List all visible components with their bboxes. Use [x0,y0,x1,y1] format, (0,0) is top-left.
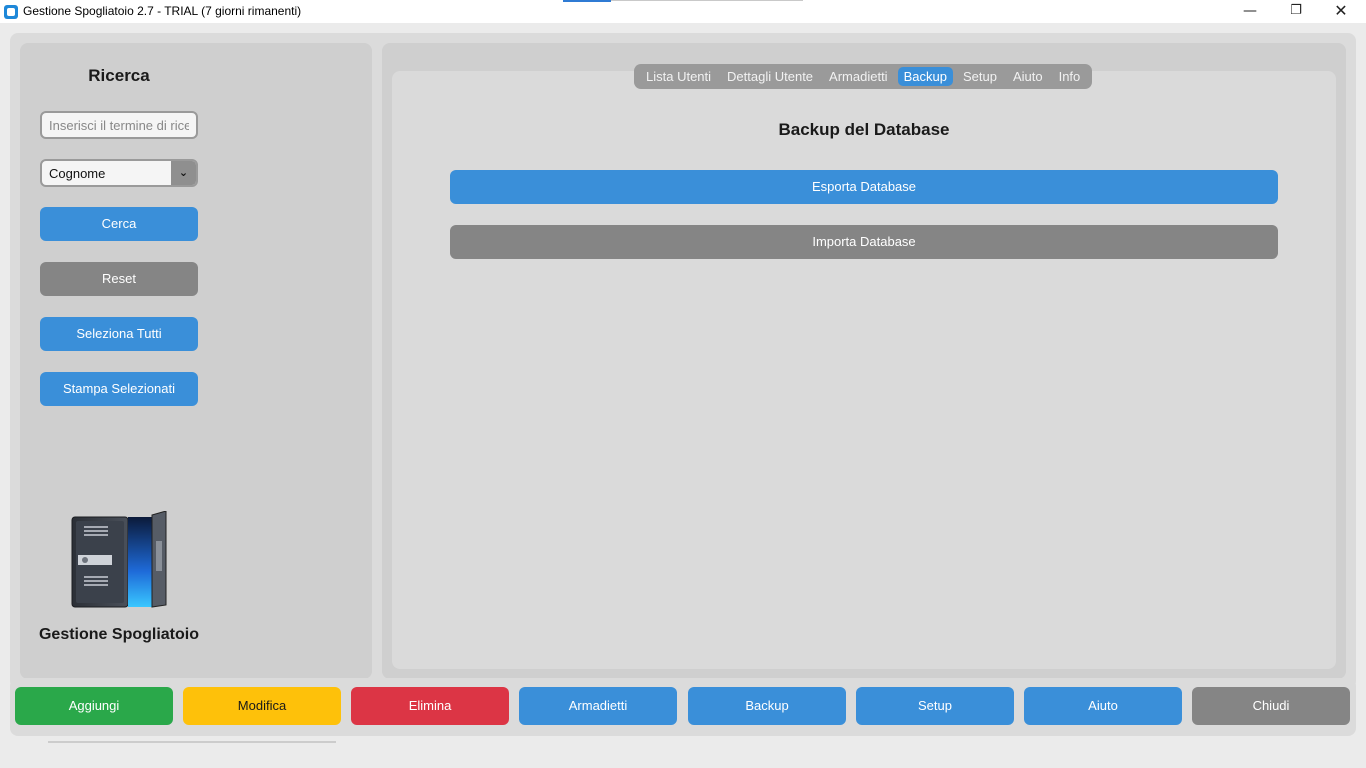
help-button[interactable]: Aiuto [1024,687,1182,725]
status-line [48,741,336,743]
search-button[interactable]: Cerca [40,207,198,241]
search-field-select[interactable]: Cognome ⌄ [40,159,198,187]
reset-button[interactable]: Reset [40,262,198,296]
import-database-button[interactable]: Importa Database [450,225,1278,259]
lockers-button[interactable]: Armadietti [519,687,677,725]
edit-button[interactable]: Modifica [183,687,341,725]
tab-bar: Lista Utenti Dettagli Utente Armadietti … [634,64,1093,89]
tab-lista-utenti[interactable]: Lista Utenti [640,67,717,86]
tab-dettagli-utente[interactable]: Dettagli Utente [721,67,819,86]
sidebar-title: Ricerca [88,66,150,85]
window-title: Gestione Spogliatoio 2.7 - TRIAL (7 gior… [23,4,302,18]
search-sidebar: Ricerca Cognome ⌄ Cerca Reset Seleziona … [20,43,372,679]
app-icon [4,5,18,19]
chevron-down-icon[interactable]: ⌄ [171,161,196,185]
locker-icon [71,511,167,608]
backup-button[interactable]: Backup [688,687,846,725]
tab-content: Backup del Database Esporta Database Imp… [392,71,1336,669]
tab-info[interactable]: Info [1053,67,1087,86]
title-bar: Gestione Spogliatoio 2.7 - TRIAL (7 gior… [0,0,1366,23]
main-panel: Backup del Database Esporta Database Imp… [382,43,1346,679]
close-button[interactable]: Chiudi [1192,687,1350,725]
title-bar-divider [611,0,803,1]
tab-armadietti[interactable]: Armadietti [823,67,894,86]
print-selected-button[interactable]: Stampa Selezionati [40,372,198,406]
maximize-button[interactable]: ❐ [1273,0,1319,23]
setup-button[interactable]: Setup [856,687,1014,725]
tab-setup[interactable]: Setup [957,67,1003,86]
close-window-button[interactable]: ✕ [1318,0,1364,23]
add-button[interactable]: Aggiungi [15,687,173,725]
tab-backup[interactable]: Backup [897,67,953,86]
title-bar-accent [563,0,611,2]
search-field-selected: Cognome [49,166,106,181]
tab-aiuto[interactable]: Aiuto [1007,67,1049,86]
delete-button[interactable]: Elimina [351,687,509,725]
app-brand-label: Gestione Spogliatoio [38,626,199,643]
export-database-button[interactable]: Esporta Database [450,170,1278,204]
minimize-button[interactable]: — [1227,0,1273,23]
search-input[interactable] [40,111,198,139]
select-all-button[interactable]: Seleziona Tutti [40,317,198,351]
page-title: Backup del Database [778,120,950,139]
